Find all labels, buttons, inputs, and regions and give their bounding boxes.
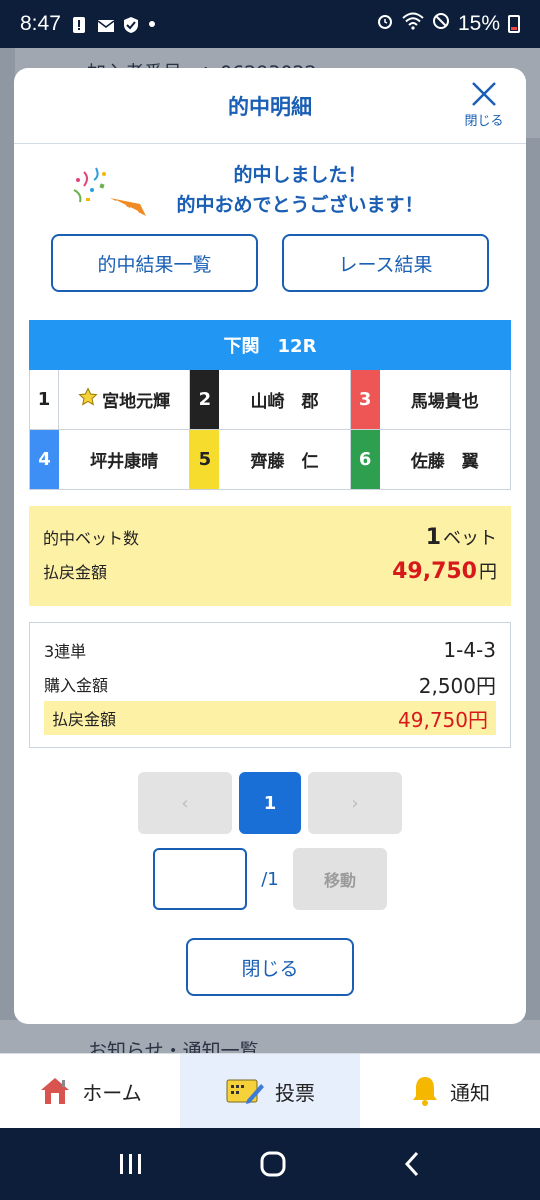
payout-label: 払戻金額 bbox=[43, 563, 108, 582]
hit-results-list-button[interactable]: 的中結果一覧 bbox=[51, 234, 258, 292]
congrats-text: 的中しました！ 的中おめでとうございます！ bbox=[176, 160, 423, 220]
tab-vote-label: 投票 bbox=[275, 1080, 315, 1105]
modal-close-label: 閉じる bbox=[464, 114, 504, 129]
racer-name-1: 宮地元輝 bbox=[59, 370, 189, 429]
modal-title: 的中明細 bbox=[228, 94, 312, 119]
status-time: 8:47 bbox=[20, 12, 61, 35]
bet-count-row: 的中ベット数 1 ベット bbox=[43, 524, 497, 550]
racer-name-4: 坪井康晴 bbox=[90, 452, 159, 472]
racer-name-3: 馬場貴也 bbox=[410, 392, 479, 412]
page-total: /1 bbox=[261, 868, 279, 890]
mail-icon bbox=[97, 16, 115, 32]
race-title: 下関 12R bbox=[29, 320, 511, 370]
racer-number-6: 6 bbox=[350, 430, 380, 489]
status-bar: 8:47 15% bbox=[0, 0, 540, 48]
purchase-label: 購入金額 bbox=[44, 676, 109, 695]
racer-name-1-text: 宮地元輝 bbox=[102, 392, 171, 412]
payout-value: 49,750 円 bbox=[392, 558, 497, 584]
shield-icon bbox=[123, 16, 139, 33]
race-table: 下関 12R 1 宮地元輝 2 山崎 郡 3 馬場貴也 4 坪井康晴 5 齊藤 … bbox=[29, 320, 511, 490]
bottom-tab-bar: ホーム 投票 通知 bbox=[0, 1053, 540, 1128]
racer-name-5: 齊藤 仁 bbox=[250, 452, 319, 472]
race-results-button[interactable]: レース結果 bbox=[282, 234, 489, 292]
payout-unit: 円 bbox=[479, 562, 497, 583]
current-page-button[interactable]: 1 bbox=[239, 772, 301, 834]
bet-count-unit: ベット bbox=[443, 528, 497, 549]
detail-payout-value: 49,750円 bbox=[398, 707, 488, 732]
detail-payout-row: 払戻金額 49,750円 bbox=[44, 701, 496, 735]
alert-icon bbox=[71, 16, 87, 33]
home-nav-icon[interactable] bbox=[259, 1150, 287, 1178]
wifi-icon bbox=[402, 12, 424, 36]
battery-percent: 15% bbox=[457, 12, 500, 35]
racer-number-1: 1 bbox=[30, 370, 59, 429]
tab-home[interactable]: ホーム bbox=[0, 1054, 180, 1128]
congrats-line-1: 的中しました！ bbox=[233, 164, 367, 186]
bet-count-label: 的中ベット数 bbox=[43, 529, 140, 548]
racer-4: 4 坪井康晴 bbox=[30, 430, 191, 490]
bet-detail: 3連単 1-4-3 購入金額 2,500円 払戻金額 49,750円 bbox=[29, 622, 511, 748]
page-jump-button[interactable]: 移動 bbox=[293, 848, 387, 910]
tab-home-label: ホーム bbox=[82, 1080, 142, 1105]
modal-header: 的中明細 閉じる bbox=[14, 68, 526, 144]
bet-count-value: 1 ベット bbox=[426, 524, 497, 550]
racer-name-6: 佐藤 翼 bbox=[410, 452, 479, 472]
system-nav-bar bbox=[0, 1128, 540, 1200]
racer-name-2: 山崎 郡 bbox=[250, 392, 319, 412]
racer-number-3: 3 bbox=[350, 370, 380, 429]
pagination: ‹ 1 › bbox=[14, 772, 526, 834]
racer-number-4: 4 bbox=[30, 430, 59, 489]
payout-amount: 49,750 bbox=[392, 559, 477, 584]
bell-icon bbox=[413, 1077, 437, 1106]
racer-5: 5 齊藤 仁 bbox=[190, 430, 351, 490]
prev-page-button[interactable]: ‹ bbox=[138, 772, 232, 834]
tab-notifications-label: 通知 bbox=[450, 1080, 490, 1105]
close-icon bbox=[472, 82, 496, 106]
racer-3: 3 馬場貴也 bbox=[350, 370, 511, 430]
tab-vote[interactable]: 投票 bbox=[180, 1054, 360, 1128]
detail-payout-label: 払戻金額 bbox=[52, 710, 117, 729]
modal-close-button[interactable]: 閉じる bbox=[456, 80, 512, 129]
purchase-value: 2,500円 bbox=[418, 673, 496, 698]
congrats-line-2: 的中おめでとうございます！ bbox=[176, 194, 424, 216]
bet-type-row: 3連単 1-4-3 bbox=[44, 633, 496, 667]
recent-apps-icon[interactable] bbox=[118, 1152, 144, 1176]
do-not-disturb-icon bbox=[432, 12, 450, 36]
racer-6: 6 佐藤 翼 bbox=[350, 430, 511, 490]
home-icon bbox=[41, 1078, 70, 1104]
page-number-input[interactable] bbox=[153, 848, 247, 910]
party-popper-icon bbox=[70, 164, 150, 228]
tab-notifications[interactable]: 通知 bbox=[360, 1054, 540, 1128]
ticket-icon bbox=[226, 1079, 264, 1104]
racer-2: 2 山崎 郡 bbox=[190, 370, 351, 430]
payout-row: 払戻金額 49,750 円 bbox=[43, 558, 497, 584]
dot-icon bbox=[148, 21, 155, 27]
hit-detail-modal: 的中明細 閉じる 的中しました！ 的中おめでとうございます！ 的中結果一覧 レー… bbox=[14, 68, 526, 1024]
purchase-row: 購入金額 2,500円 bbox=[44, 667, 496, 701]
favorite-star-icon bbox=[78, 387, 98, 412]
next-page-button[interactable]: › bbox=[308, 772, 402, 834]
battery-icon bbox=[508, 15, 520, 33]
racer-number-5: 5 bbox=[190, 430, 220, 489]
congrats-message: 的中しました！ 的中おめでとうございます！ bbox=[14, 158, 526, 222]
bet-type: 3連単 bbox=[44, 642, 87, 661]
racer-grid: 1 宮地元輝 2 山崎 郡 3 馬場貴也 4 坪井康晴 5 齊藤 仁 6 佐藤 … bbox=[29, 370, 511, 490]
close-button[interactable]: 閉じる bbox=[186, 938, 354, 996]
hit-summary: 的中ベット数 1 ベット 払戻金額 49,750 円 bbox=[29, 506, 511, 606]
racer-1: 1 宮地元輝 bbox=[30, 370, 191, 430]
back-icon[interactable] bbox=[402, 1151, 422, 1177]
alarm-icon bbox=[376, 12, 394, 36]
bet-combination: 1-4-3 bbox=[443, 638, 496, 662]
page-jump: /1 移動 bbox=[14, 848, 526, 910]
racer-number-2: 2 bbox=[190, 370, 220, 429]
bet-count-number: 1 bbox=[425, 525, 441, 550]
action-buttons: 的中結果一覧 レース結果 bbox=[14, 234, 526, 292]
